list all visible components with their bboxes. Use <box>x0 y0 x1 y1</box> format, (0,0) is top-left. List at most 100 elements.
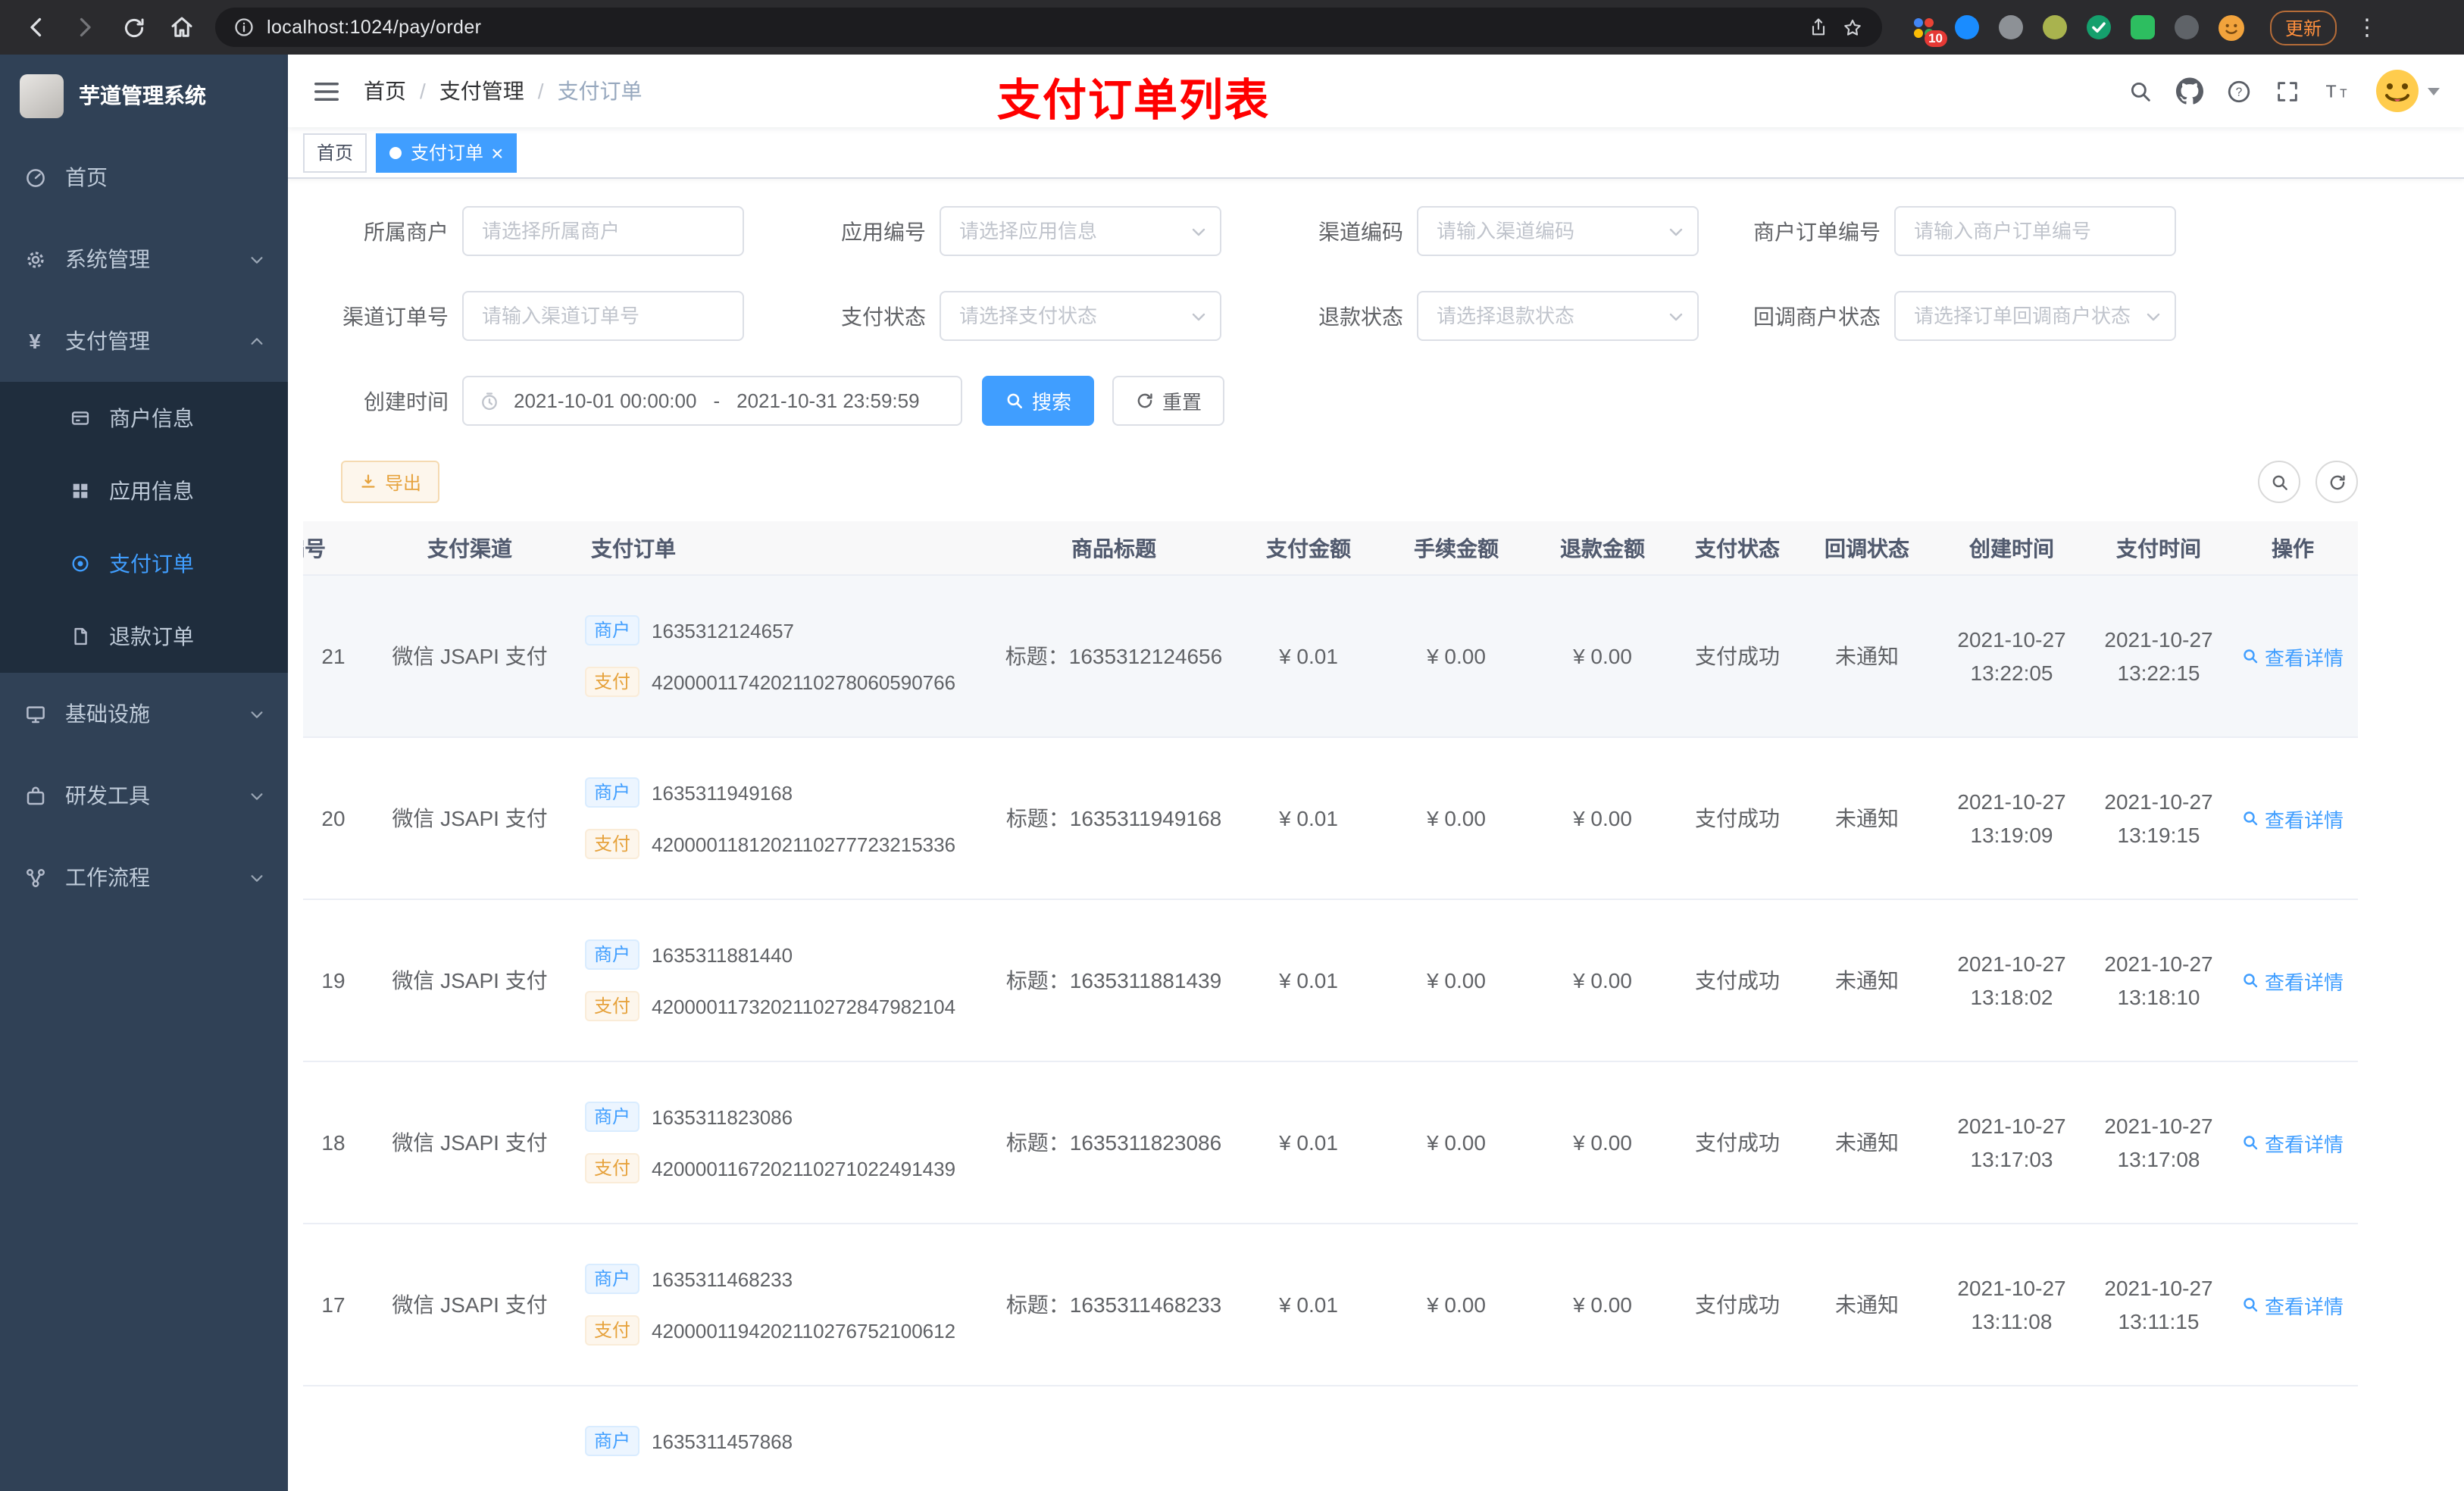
view-detail-link[interactable]: 查看详情 <box>2242 642 2344 670</box>
sidebar-item-system[interactable]: 系统管理 <box>0 218 288 300</box>
search-icon[interactable] <box>2128 78 2153 104</box>
merchant-badge: 商户 <box>585 939 640 970</box>
reload-icon[interactable] <box>112 6 155 48</box>
site-info-icon[interactable] <box>233 17 255 38</box>
close-icon[interactable]: × <box>491 142 503 163</box>
workflow-icon <box>23 866 47 889</box>
tag-home[interactable]: 首页 <box>303 133 367 172</box>
extension-olive-icon[interactable] <box>2041 14 2068 41</box>
chevron-down-icon <box>2428 87 2440 95</box>
sidebar-item-devtools[interactable]: 研发工具 <box>0 755 288 836</box>
view-detail-link[interactable]: 查看详情 <box>2242 966 2344 995</box>
merchant-order-no: 1635311457868 <box>652 1430 793 1452</box>
pay-order-no: 4200001173202110272847982104 <box>652 995 956 1017</box>
browser-menu-icon[interactable]: ⋮ <box>2355 14 2379 41</box>
notify-status-select[interactable] <box>1896 292 2175 339</box>
table-toolbar: 导出 <box>303 461 2358 503</box>
share-icon[interactable] <box>1808 17 1829 38</box>
table-row: 17 微信 JSAPI 支付 商户 1635311468233 支付 42000… <box>303 1224 2358 1386</box>
card-icon <box>68 408 92 429</box>
target-icon <box>68 553 92 574</box>
filter-channel-order-no: 渠道订单号 <box>303 291 780 341</box>
breadcrumb-home[interactable]: 首页 <box>364 76 406 106</box>
page-content: 所属商户 应用编号 渠道编码 商户订单编号 <box>288 179 2464 1491</box>
font-size-icon[interactable]: TT <box>2323 78 2352 104</box>
view-detail-link[interactable]: 查看详情 <box>2242 1128 2344 1157</box>
date-start: 2021-10-01 00:00:00 <box>514 389 697 412</box>
merchant-order-no-input[interactable] <box>1896 208 2175 255</box>
sidebar-item-merchant-info[interactable]: 商户信息 <box>0 382 288 455</box>
extension-badge: 10 <box>1924 30 1947 47</box>
channel-order-no-input[interactable] <box>464 292 743 339</box>
breadcrumb: 首页 / 支付管理 / 支付订单 <box>364 76 643 106</box>
sidebar-item-pay[interactable]: ¥ 支付管理 <box>0 300 288 382</box>
toolbox-icon <box>23 784 47 807</box>
home-icon[interactable] <box>161 6 203 48</box>
filter-pay-status: 支付状态 <box>780 291 1258 341</box>
filter-row-1: 所属商户 应用编号 渠道编码 商户订单编号 <box>303 206 2464 256</box>
user-menu[interactable] <box>2375 68 2440 114</box>
pay-order-no: 4200001174202110278060590766 <box>652 670 956 693</box>
date-end: 2021-10-31 23:59:59 <box>736 389 920 412</box>
url-bar[interactable]: localhost:1024/pay/order <box>215 8 1882 47</box>
monitor-icon <box>23 702 47 725</box>
chevron-down-icon <box>249 787 265 804</box>
tag-pay-order[interactable]: 支付订单 × <box>376 133 518 172</box>
view-detail-link[interactable]: 查看详情 <box>2242 804 2344 833</box>
back-icon[interactable] <box>15 6 58 48</box>
breadcrumb-pay-order: 支付订单 <box>557 79 643 103</box>
extension-chat-icon[interactable] <box>2129 14 2156 41</box>
sidebar-item-pay-order[interactable]: 支付订单 <box>0 527 288 600</box>
extension-face-icon[interactable] <box>2217 14 2244 41</box>
sidebar-item-app-info[interactable]: 应用信息 <box>0 455 288 527</box>
refund-status-select[interactable] <box>1418 292 1697 339</box>
sidebar-item-infra[interactable]: 基础设施 <box>0 673 288 755</box>
app-logo[interactable]: 芋道管理系统 <box>0 55 288 136</box>
extensions-row: 10 <box>1909 14 2244 47</box>
view-detail-link[interactable]: 查看详情 <box>2242 1290 2344 1319</box>
help-icon[interactable]: ? <box>2226 78 2252 104</box>
extension-dark-icon[interactable] <box>2173 14 2200 41</box>
channel-code-select[interactable] <box>1418 208 1697 255</box>
pay-badge: 支付 <box>585 1153 640 1183</box>
extension-gray-icon[interactable] <box>1997 14 2025 41</box>
grid-icon <box>68 480 92 502</box>
fullscreen-icon[interactable] <box>2275 78 2300 104</box>
extension-pin-icon[interactable] <box>1953 14 1981 41</box>
merchant-order-no: 1635311468233 <box>652 1268 793 1290</box>
gear-icon <box>23 248 47 270</box>
chevron-down-icon <box>249 869 265 886</box>
search-button[interactable]: 搜索 <box>982 376 1095 426</box>
pay-status-select[interactable] <box>941 292 1220 339</box>
filter-refund-status: 退款状态 <box>1258 291 1735 341</box>
app-select[interactable] <box>941 208 1220 255</box>
table-utility-buttons <box>2258 461 2358 503</box>
navbar: 首页 / 支付管理 / 支付订单 支付订单列表 ? TT <box>288 55 2464 127</box>
merchant-order-no: 1635312124657 <box>652 619 795 642</box>
extension-check-icon[interactable] <box>2085 14 2112 41</box>
merchant-badge: 商户 <box>585 1426 640 1456</box>
avatar <box>2375 68 2420 114</box>
merchant-input[interactable] <box>464 208 743 255</box>
sidebar-item-workflow[interactable]: 工作流程 <box>0 836 288 918</box>
extension-grid-icon[interactable]: 10 <box>1909 14 1947 47</box>
reset-button[interactable]: 重置 <box>1112 376 1225 426</box>
hamburger-icon[interactable] <box>312 77 341 105</box>
chevron-up-icon <box>249 333 265 349</box>
breadcrumb-pay-manage[interactable]: 支付管理 <box>439 76 524 106</box>
document-icon <box>68 626 92 647</box>
forward-icon[interactable] <box>64 6 106 48</box>
github-icon[interactable] <box>2176 77 2203 105</box>
svg-text:T: T <box>2326 81 2337 101</box>
export-button[interactable]: 导出 <box>341 461 440 503</box>
refresh-icon[interactable] <box>2315 461 2358 503</box>
merchant-badge: 商户 <box>585 1264 640 1294</box>
bookmark-star-icon[interactable] <box>1841 16 1864 39</box>
main-panel: 首页 / 支付管理 / 支付订单 支付订单列表 ? TT 首页 支付订单 × 所… <box>288 55 2464 1491</box>
sidebar-item-home[interactable]: 首页 <box>0 136 288 218</box>
sidebar-item-refund-order[interactable]: 退款订单 <box>0 600 288 673</box>
clock-icon <box>479 390 500 411</box>
toggle-search-icon[interactable] <box>2258 461 2300 503</box>
update-button[interactable]: 更新 <box>2270 10 2337 45</box>
date-range-picker[interactable]: 2021-10-01 00:00:00 - 2021-10-31 23:59:5… <box>462 376 962 426</box>
